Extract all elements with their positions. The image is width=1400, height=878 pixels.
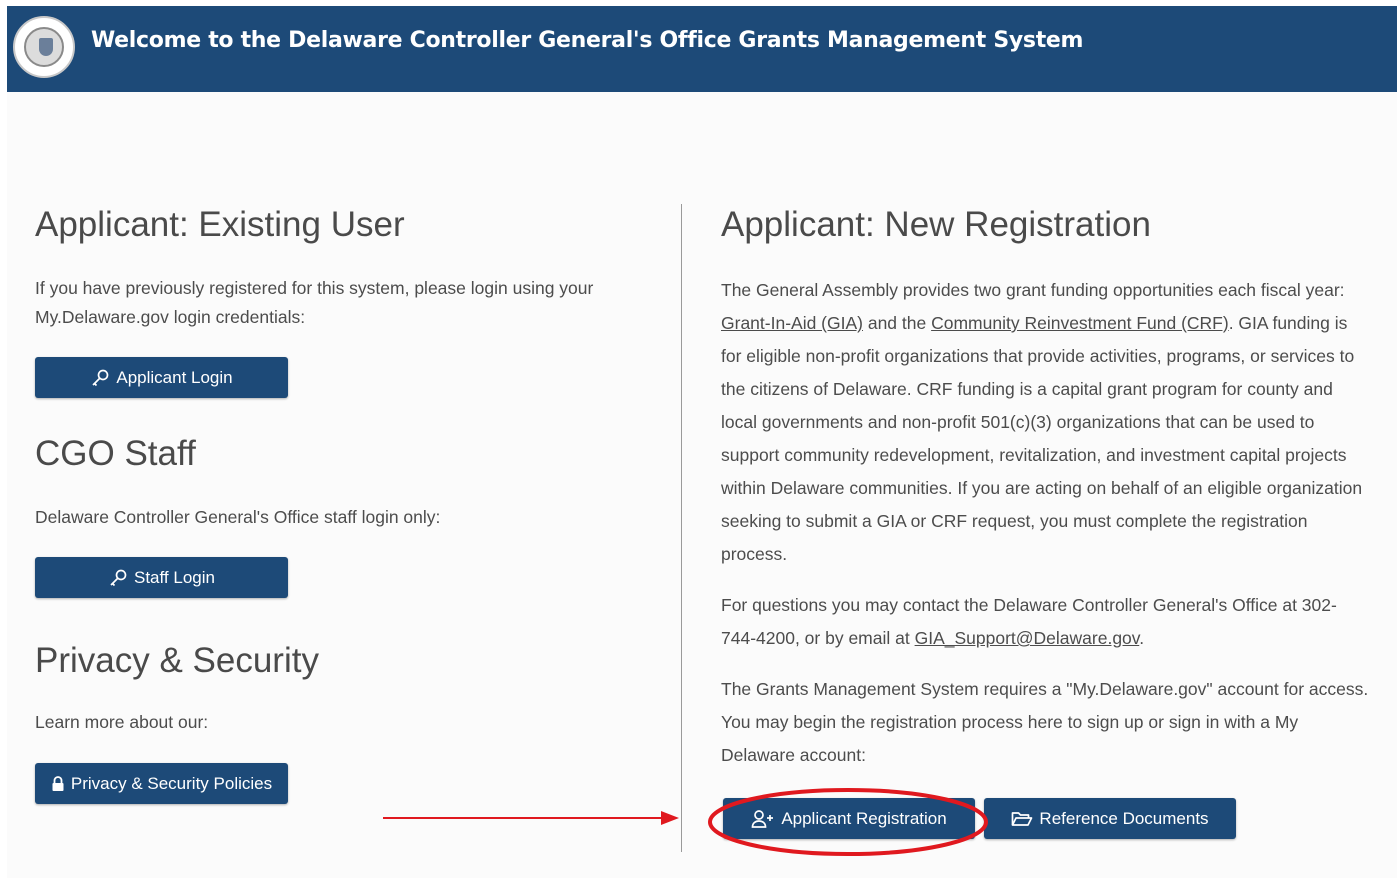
new-registration-heading: Applicant: New Registration xyxy=(721,205,1151,244)
account-requirement-text: The Grants Management System requires a … xyxy=(721,679,1369,765)
privacy-heading: Privacy & Security xyxy=(35,641,319,680)
folder-open-icon xyxy=(1012,811,1033,826)
reference-documents-button[interactable]: Reference Documents xyxy=(984,798,1236,839)
key-icon xyxy=(110,569,127,586)
cgo-staff-heading: CGO Staff xyxy=(35,434,196,473)
contact-text: For questions you may contact the Delawa… xyxy=(721,589,1371,655)
registration-text-part: . GIA funding is for eligible non-profit… xyxy=(721,313,1363,564)
gia-link[interactable]: Grant-In-Aid (GIA) xyxy=(721,313,863,333)
delaware-seal-icon xyxy=(13,16,75,78)
contact-text-part: . xyxy=(1139,628,1145,648)
privacy-policies-button[interactable]: Privacy & Security Policies xyxy=(35,763,288,804)
lock-icon xyxy=(52,775,64,791)
applicant-login-label: Applicant Login xyxy=(116,367,233,387)
page-header: Welcome to the Delaware Controller Gener… xyxy=(7,6,1397,92)
existing-user-text: If you have previously registered for th… xyxy=(35,278,594,327)
staff-login-label: Staff Login xyxy=(134,567,215,587)
privacy-policies-label: Privacy & Security Policies xyxy=(70,773,273,793)
page-title: Welcome to the Delaware Controller Gener… xyxy=(91,28,1084,53)
existing-user-heading: Applicant: Existing User xyxy=(35,205,405,244)
key-icon xyxy=(92,369,109,386)
red-arrow-annotation xyxy=(383,811,679,825)
red-ellipse-annotation xyxy=(708,788,988,856)
column-divider xyxy=(681,204,682,852)
staff-login-button[interactable]: Staff Login xyxy=(35,557,288,598)
privacy-text: Learn more about our: xyxy=(35,712,209,732)
support-email-link[interactable]: GIA_Support@Delaware.gov xyxy=(915,628,1140,648)
cgo-staff-text: Delaware Controller General's Office sta… xyxy=(35,507,441,527)
registration-text-part: and the xyxy=(862,313,932,333)
applicant-login-button[interactable]: Applicant Login xyxy=(35,357,288,398)
crf-link[interactable]: Community Reinvestment Fund (CRF) xyxy=(931,313,1229,333)
registration-description: The General Assembly provides two grant … xyxy=(721,274,1371,571)
registration-text-part: The General Assembly provides two grant … xyxy=(721,280,1345,300)
reference-documents-label: Reference Documents xyxy=(1039,808,1209,828)
